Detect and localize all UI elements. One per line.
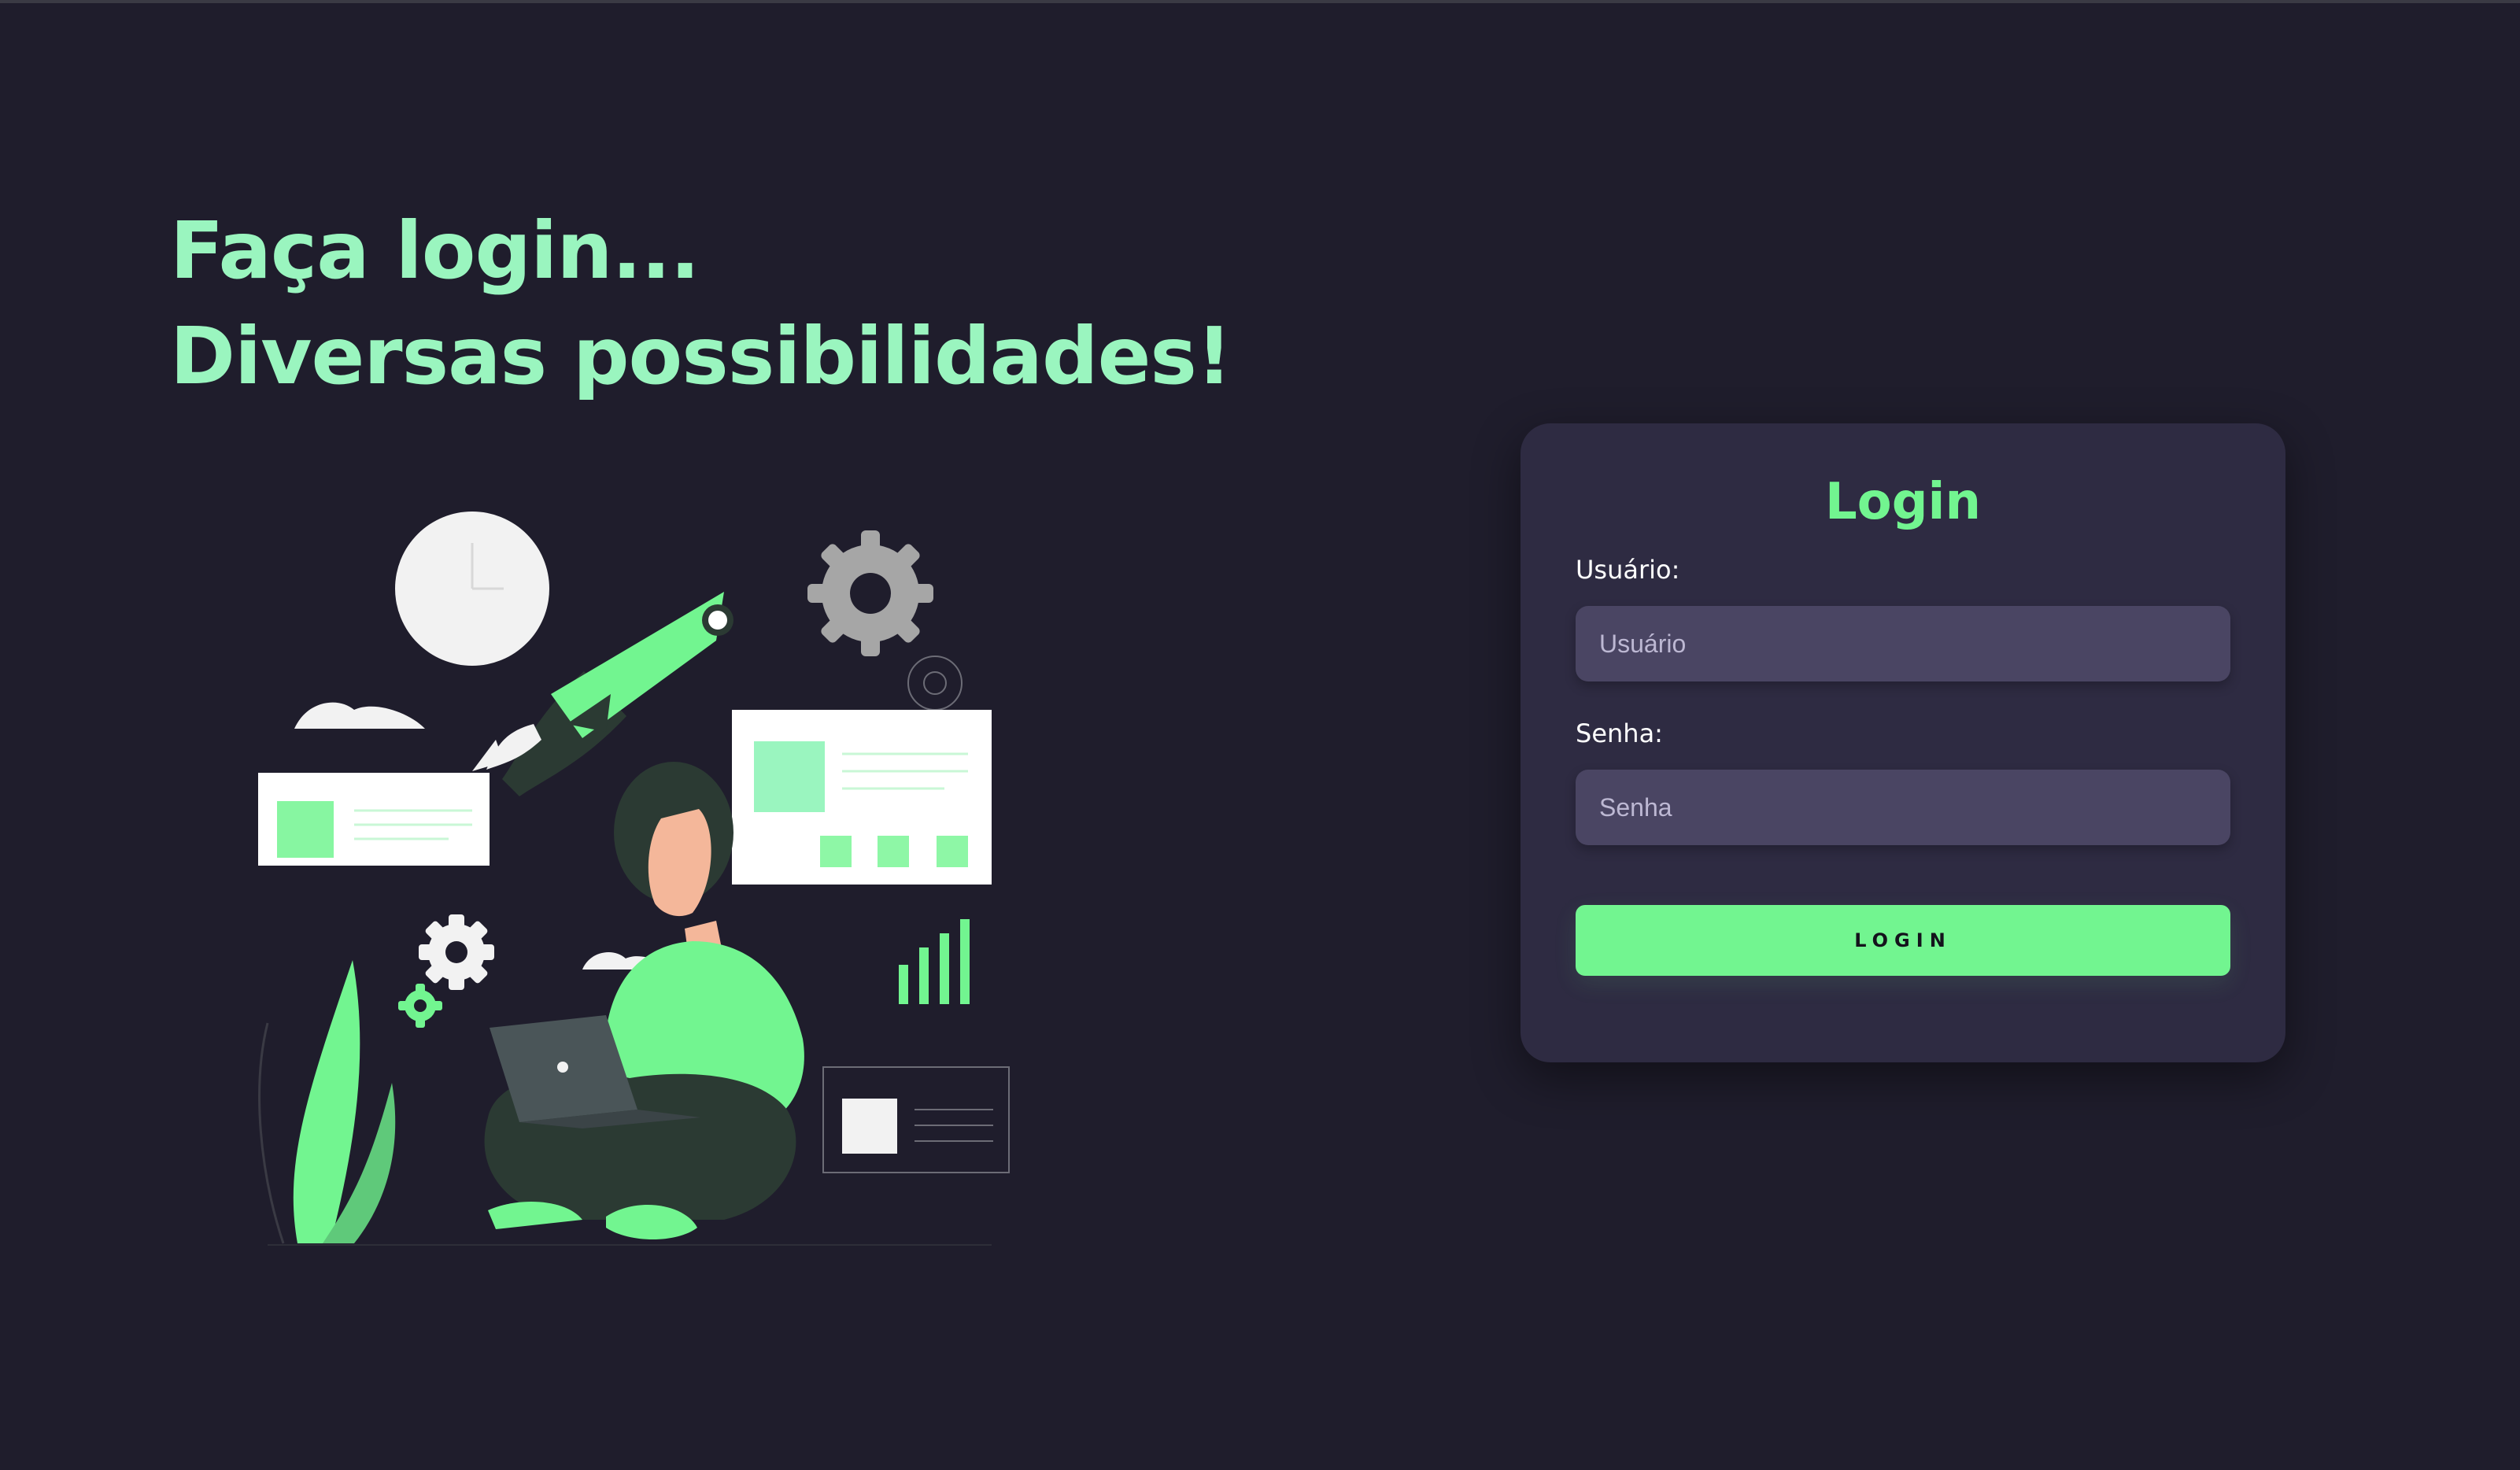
browser-window-icon: [732, 710, 992, 885]
login-page: Faça login... Diversas possibilidades! L…: [0, 0, 2520, 1470]
cloud-icon: [294, 702, 425, 729]
gear-icon: [807, 530, 933, 656]
clock-icon: [395, 512, 549, 666]
bar-chart-icon: [899, 919, 970, 1004]
plant-icon: [258, 960, 396, 1244]
login-card: Login Usuário: Senha: LOGIN: [1520, 423, 2285, 1062]
gear-icon: [398, 984, 442, 1028]
gear-icon: [419, 914, 494, 990]
top-border: [0, 0, 2520, 3]
username-label: Usuário:: [1576, 555, 1680, 585]
password-label: Senha:: [1576, 718, 1663, 748]
browser-window-icon: [822, 1066, 1010, 1173]
browser-window-icon: [258, 773, 490, 866]
woman-with-laptop-illustration: [258, 512, 1010, 1246]
headline-line-1: Faça login...: [170, 205, 700, 297]
headline-line-2: Diversas possibilidades!: [170, 310, 1232, 402]
login-title: Login: [1824, 473, 1982, 531]
login-button[interactable]: LOGIN: [1576, 905, 2230, 976]
gear-outline-icon: [907, 656, 963, 711]
username-input[interactable]: [1576, 606, 2230, 681]
password-input[interactable]: [1576, 770, 2230, 845]
page-headline: Faça login... Diversas possibilidades!: [170, 198, 1232, 409]
